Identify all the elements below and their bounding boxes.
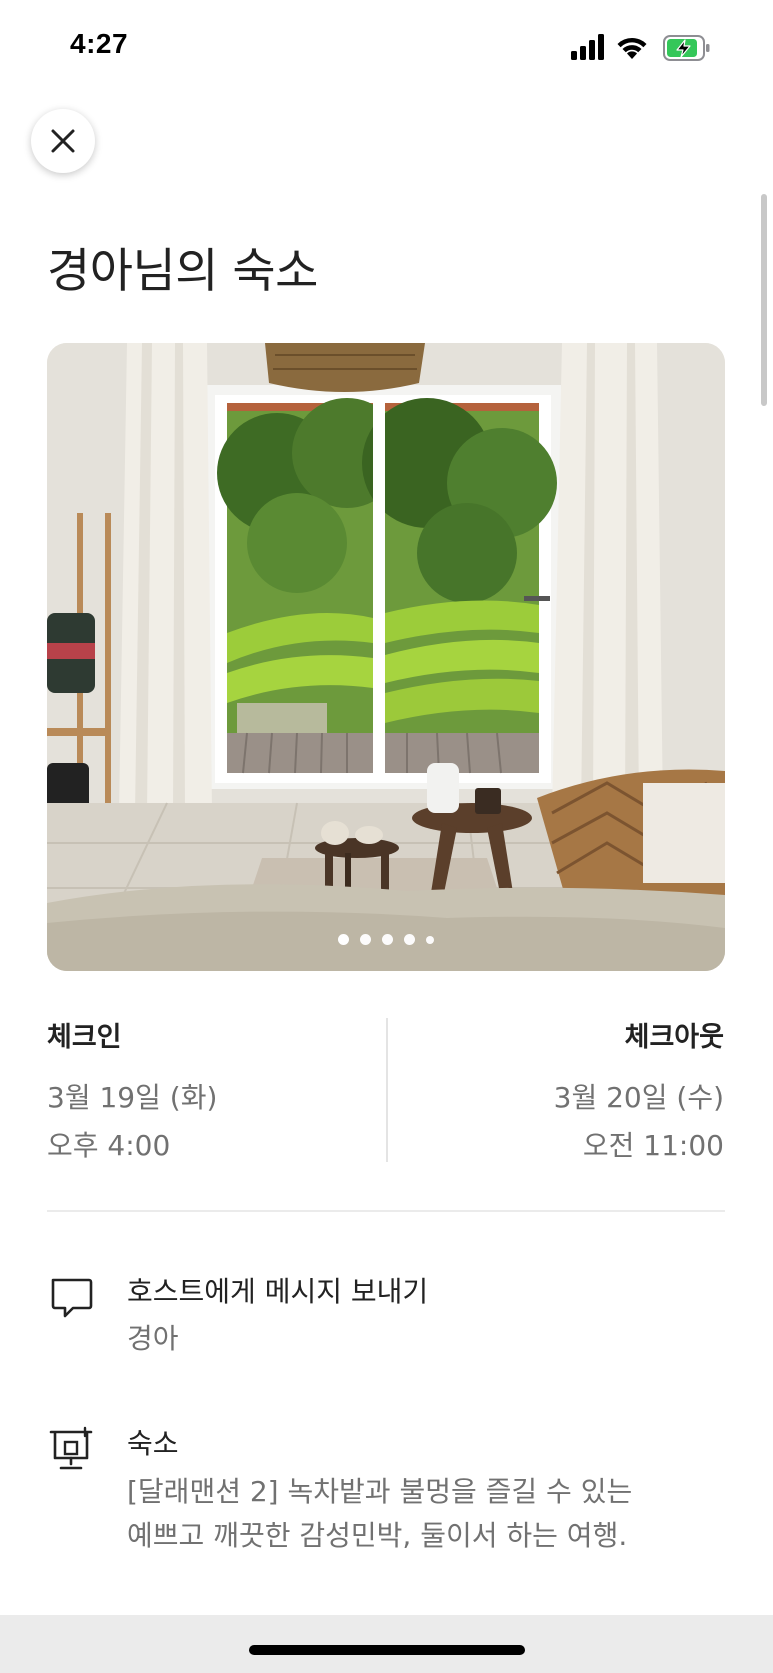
carousel-dot[interactable] <box>338 934 349 945</box>
scroll-indicator[interactable] <box>761 194 767 406</box>
close-icon <box>51 129 75 153</box>
listing-description-line: [달래맨션 2] 녹차밭과 불멍을 즐길 수 있는 <box>127 1475 633 1508</box>
checkin-time: 오후 4:00 <box>47 1129 171 1162</box>
listing-title: 숙소 <box>127 1427 179 1460</box>
carousel-dot[interactable] <box>404 934 415 945</box>
section-divider <box>47 1210 725 1212</box>
listing-description: [달래맨션 2] 녹차밭과 불멍을 즐길 수 있는 예쁘고 깨끗한 감성민박, … <box>127 1470 725 1558</box>
checkin-checkout-divider <box>386 1018 388 1162</box>
checkin-section: 체크인 3월 19일 (화) 오후 4:00 <box>47 1018 377 1170</box>
listing-photo[interactable] <box>47 343 725 971</box>
carousel-dot[interactable] <box>426 935 434 944</box>
checkout-date: 3월 20일 (수) <box>553 1081 724 1114</box>
checkin-label: 체크인 <box>47 1022 122 1053</box>
close-button[interactable] <box>31 109 95 173</box>
wifi-icon <box>617 37 647 59</box>
checkout-section: 체크아웃 3월 20일 (수) 오전 11:00 <box>394 1018 724 1170</box>
carousel-dots[interactable] <box>47 934 725 945</box>
signal-icon <box>571 34 604 60</box>
checkout-time: 오전 11:00 <box>582 1129 724 1162</box>
status-time: 4:27 <box>70 28 129 59</box>
message-bubble-icon <box>51 1278 93 1318</box>
listing-description-line: 예쁘고 깨끗한 감성민박, 둘이서 하는 여행. <box>127 1519 628 1552</box>
bottom-bar <box>0 1615 773 1673</box>
page-title: 경아님의 숙소 <box>47 244 318 299</box>
status-bar: 4:27 <box>0 0 773 96</box>
battery-charging-icon <box>663 35 710 61</box>
carousel-dot[interactable] <box>382 934 393 945</box>
home-indicator[interactable] <box>249 1645 525 1655</box>
checkout-label: 체크아웃 <box>624 1022 724 1053</box>
host-name: 경아 <box>127 1322 179 1355</box>
carousel-dot[interactable] <box>360 934 371 945</box>
house-icon <box>49 1426 93 1470</box>
checkin-date: 3월 19일 (화) <box>47 1081 218 1114</box>
message-host-title: 호스트에게 메시지 보내기 <box>127 1275 429 1308</box>
